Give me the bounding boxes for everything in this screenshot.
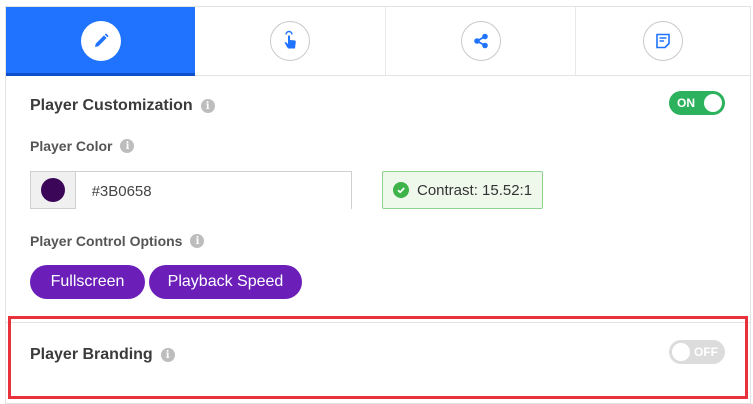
check-circle-icon xyxy=(393,182,409,198)
tab-notes[interactable] xyxy=(576,7,750,75)
contrast-badge: Contrast: 15.52:1 xyxy=(382,171,544,209)
info-icon[interactable]: i xyxy=(120,139,135,153)
player-customization-label: Player Customization xyxy=(30,97,193,114)
pencil-icon xyxy=(80,21,121,61)
tab-bar xyxy=(6,7,750,76)
note-icon xyxy=(643,21,683,61)
tab-edit[interactable] xyxy=(6,7,195,76)
color-hex-input[interactable] xyxy=(75,172,351,210)
tab-share[interactable] xyxy=(386,7,576,75)
info-icon[interactable]: i xyxy=(190,234,205,248)
fullscreen-option-button[interactable]: Fullscreen xyxy=(30,265,145,299)
playback-speed-option-button[interactable]: Playback Speed xyxy=(149,265,302,299)
player-color-field xyxy=(30,171,352,210)
toggle-knob xyxy=(704,94,722,112)
tap-hand-icon xyxy=(270,21,310,61)
toggle-on-label: ON xyxy=(677,96,695,110)
share-icon xyxy=(460,21,501,61)
player-color-heading: Player Color i xyxy=(30,138,135,154)
contrast-text: Contrast: 15.52:1 xyxy=(417,181,533,199)
player-control-options-heading: Player Control Options i xyxy=(30,233,205,249)
player-customization-heading: Player Customization i xyxy=(30,97,215,115)
info-icon[interactable]: i xyxy=(200,99,215,113)
player-control-options-label: Player Control Options xyxy=(30,233,183,249)
player-customization-toggle[interactable]: ON xyxy=(669,91,725,115)
color-swatch xyxy=(40,178,65,202)
tab-interactions[interactable] xyxy=(195,7,386,75)
player-color-label: Player Color xyxy=(30,138,113,154)
color-picker-button[interactable] xyxy=(31,172,76,208)
highlight-box xyxy=(8,316,748,399)
